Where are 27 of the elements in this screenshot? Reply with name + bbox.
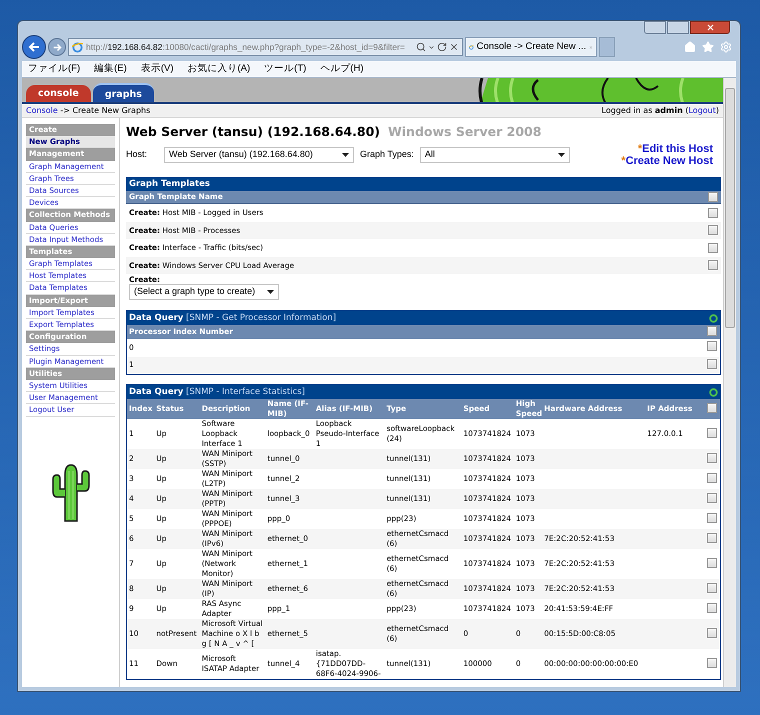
host-select[interactable]: Web Server (tansu) (192.168.64.80) xyxy=(164,147,354,163)
section-title: Data Query [SNMP - Interface Statistics] xyxy=(129,386,305,398)
address-bar[interactable]: http://192.168.64.82:10080/cacti/graphs_new.php?graph_type=-2&host_id=9&filter= xyxy=(68,38,463,56)
graph-type-select[interactable]: (Select a graph type to create) xyxy=(129,284,279,300)
menu-item[interactable]: ヘルプ(H) xyxy=(318,62,366,76)
menu-item[interactable]: ファイル(F) xyxy=(26,62,82,76)
host-action-link[interactable]: *Edit this Host xyxy=(638,143,713,155)
section-header: Graph Templates xyxy=(126,177,721,191)
nav-tab[interactable]: graphs xyxy=(92,83,154,102)
menu-item[interactable]: お気に入り(A) xyxy=(185,62,252,76)
menu-item[interactable]: 表示(V) xyxy=(138,62,176,76)
section-title: Data Query [SNMP - Get Processor Information] xyxy=(129,312,336,324)
host-label: Host: xyxy=(126,148,148,162)
host-action-link[interactable]: *Create New Host xyxy=(621,155,713,167)
breadcrumb-link[interactable]: Console xyxy=(26,106,58,114)
nav-tab[interactable]: console xyxy=(26,85,91,102)
address-text: http://192.168.64.82:10080/cacti/graphs_new.php?graph_type=-2&host_id=9&filter= xyxy=(86,40,405,54)
login-status: Logged in as admin (Logout) xyxy=(602,104,719,116)
graph-types-label: Graph Types: xyxy=(360,148,414,162)
browser-tab[interactable]: Console -> Create New ... xyxy=(465,37,597,57)
breadcrumb: Console -> Create New Graphs xyxy=(26,104,150,116)
menu-item[interactable]: ツール(T) xyxy=(262,62,308,76)
logout-link[interactable]: Logout xyxy=(688,106,716,114)
graph-types-select[interactable]: All xyxy=(420,147,570,163)
host-title: Web Server (tansu) (192.168.64.80) xyxy=(126,123,380,141)
menu-item[interactable]: 編集(E) xyxy=(92,62,129,76)
host-os: Windows Server 2008 xyxy=(388,123,542,141)
